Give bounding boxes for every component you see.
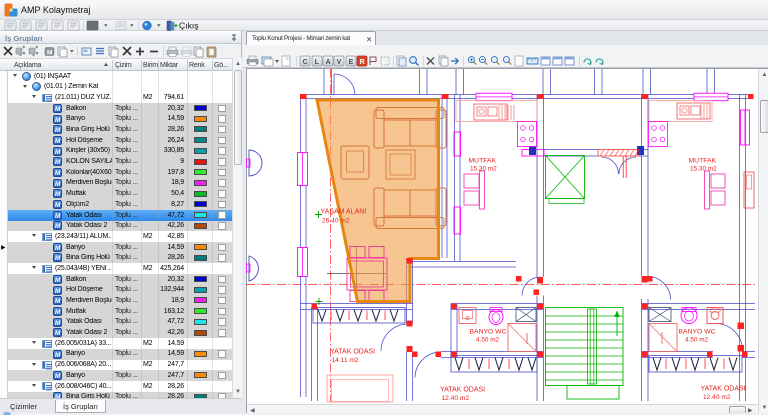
svg-text:14.11 m2: 14.11 m2	[332, 357, 359, 364]
svg-text:YATAK ODASI: YATAK ODASI	[440, 387, 485, 394]
svg-text:BANYO WC: BANYO WC	[679, 329, 716, 336]
svg-text:V: V	[337, 59, 342, 66]
svg-text:26.40 m2: 26.40 m2	[322, 218, 350, 225]
svg-text:BANYO WC: BANYO WC	[470, 329, 507, 336]
svg-text:A: A	[326, 59, 331, 66]
svg-text:Çıkış: Çıkış	[179, 20, 199, 30]
svg-text:MUTFAK: MUTFAK	[689, 158, 717, 165]
svg-text:15.30 m2: 15.30 m2	[690, 166, 717, 173]
svg-text:MUTFAK: MUTFAK	[469, 158, 497, 165]
svg-text:12.40 m2: 12.40 m2	[703, 394, 731, 401]
svg-text:L: L	[315, 59, 320, 66]
svg-text:R: R	[360, 59, 365, 66]
svg-text:M: M	[47, 49, 52, 56]
svg-text:YAŞAM ALANI: YAŞAM ALANI	[321, 209, 367, 216]
svg-text:YATAK ODASI: YATAK ODASI	[330, 349, 375, 356]
svg-text:4.50 m2: 4.50 m2	[685, 337, 709, 344]
svg-text:4.50 m2: 4.50 m2	[476, 337, 500, 344]
svg-text:12.40 m2: 12.40 m2	[442, 395, 470, 402]
svg-text:15.30 m2: 15.30 m2	[470, 166, 497, 173]
svg-text:E: E	[349, 59, 354, 66]
svg-text:C: C	[303, 59, 308, 66]
svg-text:YATAK ODASI: YATAK ODASI	[701, 386, 746, 393]
